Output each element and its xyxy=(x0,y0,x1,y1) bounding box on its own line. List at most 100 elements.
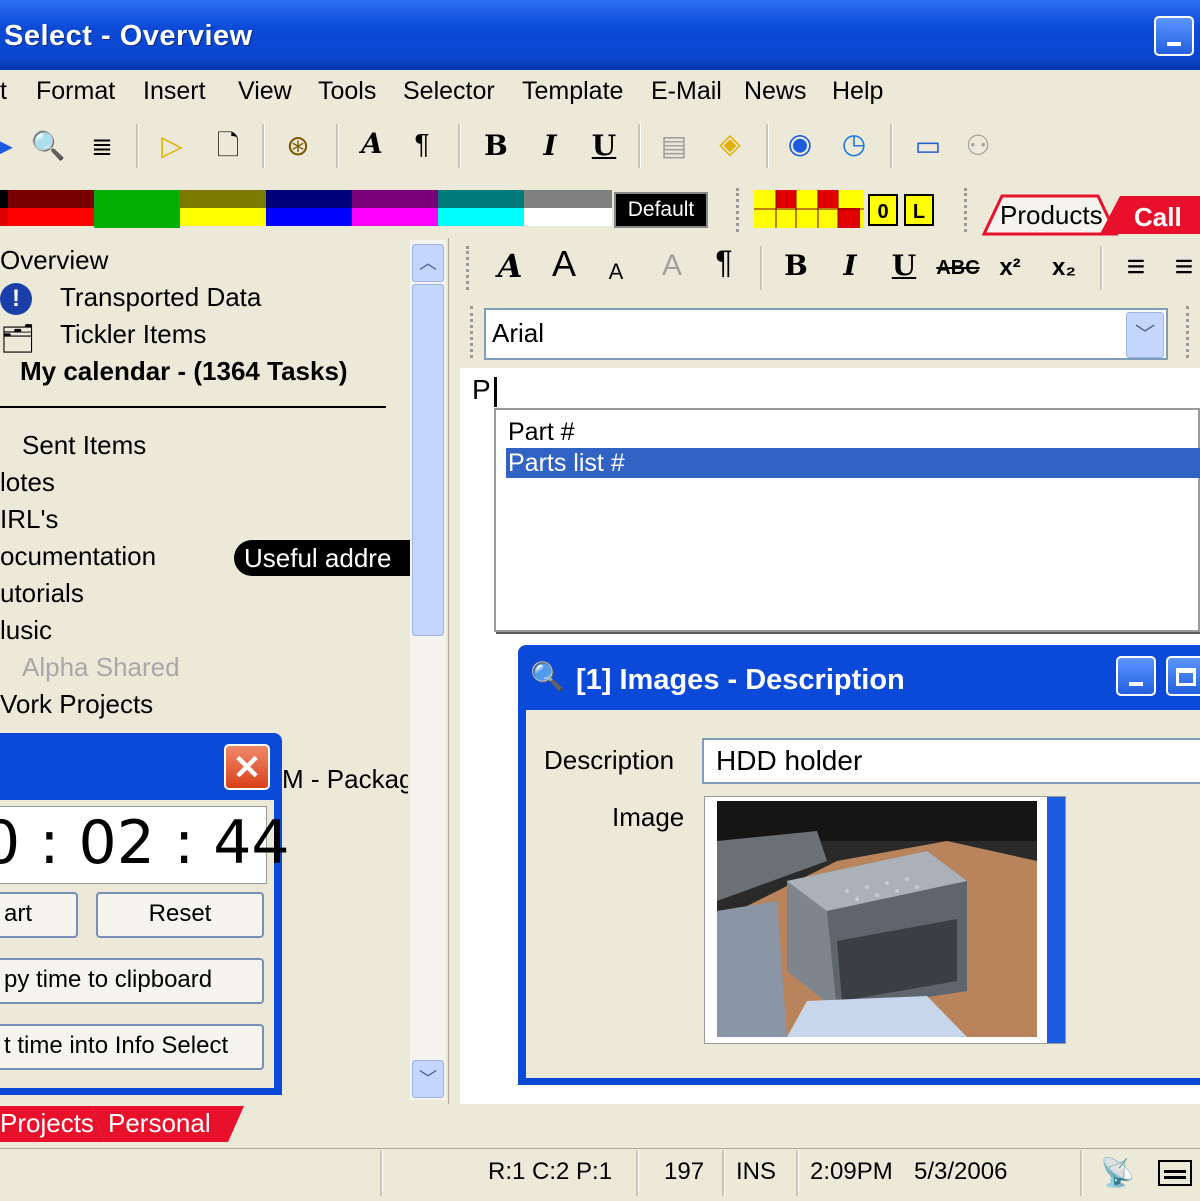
status-separator xyxy=(796,1150,799,1196)
tree-item-transported[interactable]: Transported Data xyxy=(60,282,261,313)
close-icon[interactable]: ✕ xyxy=(224,744,270,790)
tree-item-documentation[interactable]: ocumentation xyxy=(0,541,156,572)
tab-products[interactable]: Products xyxy=(1000,200,1103,231)
underline-icon[interactable]: U xyxy=(586,130,622,162)
minimize-button[interactable] xyxy=(1154,16,1194,56)
clock-icon[interactable]: ◷ xyxy=(836,128,872,160)
tree-item-music[interactable]: lusic xyxy=(0,615,52,646)
toolbar-grip xyxy=(466,246,472,290)
useful-addresses-badge[interactable]: Useful addre xyxy=(234,540,410,576)
format-underline-icon[interactable]: U xyxy=(886,250,922,282)
cards-icon[interactable]: ▤ xyxy=(656,130,692,162)
menu-help[interactable]: Help xyxy=(832,77,883,106)
tree-item-package[interactable]: M - Packag xyxy=(282,764,408,795)
image-frame[interactable] xyxy=(704,796,1066,1044)
status-separator xyxy=(1080,1150,1083,1196)
description-field[interactable]: HDD holder xyxy=(702,738,1200,784)
search-icon[interactable]: 🔍 xyxy=(30,130,66,162)
grow-font-icon[interactable]: A xyxy=(546,246,582,282)
highlight-grid[interactable] xyxy=(754,190,864,228)
toolbar-separator xyxy=(262,124,265,168)
font-style-icon[interactable]: A xyxy=(354,128,390,160)
default-color-button[interactable]: Default xyxy=(614,192,708,228)
clear-format-icon[interactable]: A xyxy=(654,250,690,282)
superscript-icon[interactable]: x² xyxy=(992,252,1028,284)
toolbar-grip xyxy=(470,306,476,358)
status-separator xyxy=(722,1150,725,1196)
scroll-down-icon[interactable]: ﹀ xyxy=(412,1060,444,1098)
tree-item-sent[interactable]: Sent Items xyxy=(22,430,146,461)
menu-email[interactable]: E-Mail xyxy=(651,77,722,106)
align-center-icon[interactable]: ≡ xyxy=(1118,250,1154,282)
play-icon[interactable]: ▷ xyxy=(154,130,190,162)
globe-icon[interactable]: ◉ xyxy=(782,128,818,160)
bold-icon[interactable]: B xyxy=(478,130,514,162)
copy-time-button[interactable]: py time to clipboard xyxy=(0,958,264,1004)
autocomplete-list[interactable]: Part # Parts list # xyxy=(494,408,1200,632)
toolbar-separator xyxy=(1100,246,1103,290)
link-icon[interactable]: ⊛ xyxy=(280,130,316,162)
reset-button[interactable]: Reset xyxy=(96,892,264,938)
menu-view[interactable]: View xyxy=(238,77,292,106)
strikethrough-icon[interactable]: ABC xyxy=(936,252,980,284)
l-toggle[interactable]: L xyxy=(904,194,934,226)
menu-news[interactable]: News xyxy=(744,77,807,106)
images-minimize-button[interactable] xyxy=(1116,656,1156,696)
forward-arrow-icon[interactable]: ▶ xyxy=(0,130,20,162)
images-window-title: [1] Images - Description xyxy=(576,664,905,696)
menu-insert[interactable]: Insert xyxy=(143,77,206,106)
font-select[interactable]: Arial ﹀ xyxy=(484,308,1168,360)
autocomplete-option-selected[interactable]: Parts list # xyxy=(506,448,1200,478)
chevron-down-icon[interactable]: ﹀ xyxy=(1126,312,1164,358)
insert-time-button[interactable]: t time into Info Select xyxy=(0,1024,264,1070)
menu-format[interactable]: Format xyxy=(36,77,115,106)
menu-tools[interactable]: Tools xyxy=(318,77,376,106)
subscript-icon[interactable]: x₂ xyxy=(1046,252,1082,284)
tree-item-urls[interactable]: IRL's xyxy=(0,504,58,535)
shrink-font-icon[interactable]: A xyxy=(598,256,634,288)
tree-divider xyxy=(0,406,386,408)
menu-selector[interactable]: Selector xyxy=(403,77,495,106)
tag-icon[interactable]: ◈ xyxy=(712,128,748,160)
menu-edit[interactable]: t xyxy=(0,77,7,106)
toolbar-separator xyxy=(638,124,641,168)
font-icon[interactable]: A xyxy=(492,250,528,282)
scroll-thumb[interactable] xyxy=(412,284,444,636)
scroll-up-icon[interactable]: ︿ xyxy=(412,244,444,282)
minimize-icon xyxy=(1167,42,1181,46)
tab-projects[interactable]: Projects xyxy=(0,1108,94,1139)
o-toggle[interactable]: 0 xyxy=(868,194,898,226)
tree-overview[interactable]: Overview xyxy=(0,245,108,276)
magnifier-icon: 🔍 xyxy=(530,661,565,692)
tree-item-calendar[interactable]: My calendar - (1364 Tasks) xyxy=(20,356,348,387)
paragraph-icon[interactable]: ¶ xyxy=(404,128,440,160)
tab-personal[interactable]: Personal xyxy=(108,1108,211,1139)
people-icon[interactable]: ⚇ xyxy=(960,130,996,162)
hdd-holder-photo xyxy=(717,801,1037,1037)
tree-item-notes[interactable]: lotes xyxy=(0,467,55,498)
typed-text: P xyxy=(472,374,491,405)
menu-template[interactable]: Template xyxy=(522,77,623,106)
images-maximize-button[interactable] xyxy=(1166,656,1200,696)
tree-item-tutorials[interactable]: utorials xyxy=(0,578,84,609)
list-icon[interactable]: ≣ xyxy=(84,130,120,162)
autocomplete-option[interactable]: Part # xyxy=(508,418,575,447)
tree-item-work-projects[interactable]: Vork Projects xyxy=(0,689,153,720)
toolbar-separator xyxy=(890,124,893,168)
new-page-icon[interactable]: 🗋 xyxy=(210,130,246,162)
italic-icon[interactable]: I xyxy=(532,130,568,162)
card-icon[interactable]: ▭ xyxy=(910,130,946,162)
toolbar-grip xyxy=(736,188,742,232)
color-palette[interactable] xyxy=(0,190,612,228)
format-bold-icon[interactable]: B xyxy=(778,250,814,282)
format-italic-icon[interactable]: I xyxy=(832,250,868,282)
keyboard-icon[interactable] xyxy=(1158,1160,1192,1186)
start-button[interactable]: art xyxy=(0,892,78,938)
tree-item-alpha-shared[interactable]: Alpha Shared xyxy=(22,652,180,683)
tab-call[interactable]: Call xyxy=(1134,202,1182,233)
tree-item-tickler[interactable]: Tickler Items xyxy=(60,319,206,350)
image-scrollbar[interactable] xyxy=(1047,797,1065,1043)
paragraph-format-icon[interactable]: ¶ xyxy=(706,246,742,278)
satellite-icon[interactable]: 📡 xyxy=(1100,1156,1135,1189)
align-justify-icon[interactable]: ≡ xyxy=(1166,250,1200,282)
